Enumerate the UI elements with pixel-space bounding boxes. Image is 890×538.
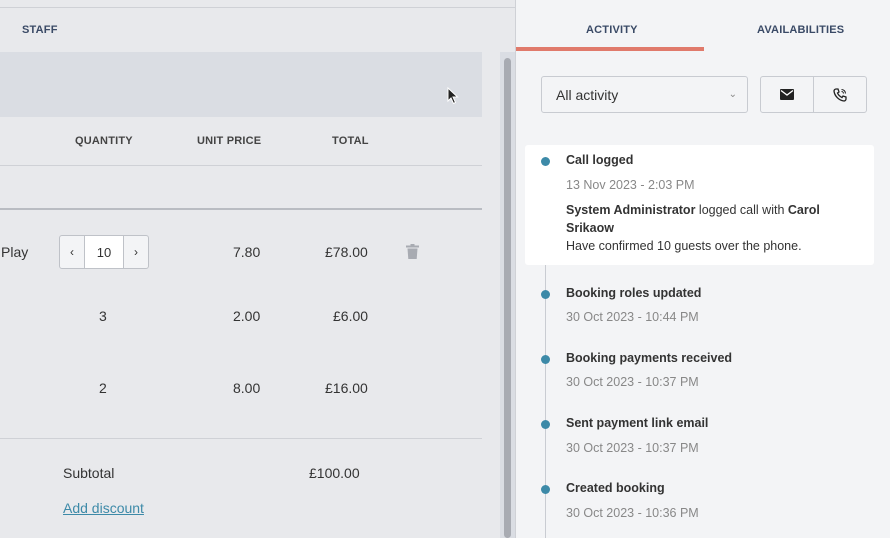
event-action: logged call with xyxy=(698,203,785,217)
scrollbar-thumb[interactable] xyxy=(504,58,511,538)
row-item-name: Play xyxy=(1,244,29,260)
chevron-down-icon: ⌄ xyxy=(728,89,737,100)
timeline-dot xyxy=(541,355,550,364)
log-call-button[interactable] xyxy=(813,77,866,112)
row-total: £16.00 xyxy=(325,380,368,396)
row-quantity: 3 xyxy=(99,308,107,324)
email-icon xyxy=(780,89,794,100)
event-title: Created booking xyxy=(566,481,665,495)
event-title: Booking payments received xyxy=(566,351,733,365)
event-time: 13 Nov 2023 - 2:03 PM xyxy=(566,178,695,192)
subtotal-value: £100.00 xyxy=(309,465,360,481)
activity-filter-value: All activity xyxy=(556,86,619,103)
quantity-stepper[interactable]: ‹ 10 › xyxy=(59,235,149,269)
active-tab-indicator xyxy=(516,47,704,51)
row-total: £6.00 xyxy=(333,308,369,324)
event-actor: System Administrator xyxy=(566,203,696,217)
column-header-quantity: QUANTITY xyxy=(75,135,133,147)
column-header-unit-price: UNIT PRICE xyxy=(197,135,262,147)
add-discount-link[interactable]: Add discount xyxy=(63,500,144,516)
scrollbar[interactable] xyxy=(500,52,515,538)
row-unit-price: 8.00 xyxy=(233,380,261,396)
event-time: 30 Oct 2023 - 10:44 PM xyxy=(566,310,699,324)
timeline-dot xyxy=(541,157,550,166)
booking-items-panel: STAFF QUANTITY UNIT PRICE TOTAL Play ‹ 1… xyxy=(0,0,515,538)
event-title: Booking roles updated xyxy=(566,286,702,300)
tab-activity[interactable]: ACTIVITY xyxy=(586,24,638,36)
event-title: Sent payment link email xyxy=(566,416,709,430)
event-title: Call logged xyxy=(566,153,634,167)
row-quantity: 2 xyxy=(99,380,107,396)
phone-icon xyxy=(833,87,847,102)
activity-filter-select[interactable]: All activity ⌄ xyxy=(541,76,748,113)
quantity-input[interactable]: 10 xyxy=(84,236,124,268)
tab-staff[interactable]: STAFF xyxy=(22,24,58,36)
increment-button[interactable]: › xyxy=(124,236,148,268)
event-description: System Administrator logged call with Ca… xyxy=(566,201,856,255)
event-time: 30 Oct 2023 - 10:37 PM xyxy=(566,441,699,455)
trash-icon[interactable] xyxy=(406,244,419,259)
activity-panel: ACTIVITY AVAILABILITIES All activity ⌄ C… xyxy=(515,0,890,538)
event-note: Have confirmed 10 guests over the phone. xyxy=(566,239,802,253)
top-divider xyxy=(0,0,515,8)
email-button[interactable] xyxy=(761,77,813,112)
subtotal-label: Subtotal xyxy=(63,465,115,481)
totals-divider xyxy=(0,438,482,439)
event-time: 30 Oct 2023 - 10:37 PM xyxy=(566,375,699,389)
table-divider xyxy=(0,208,482,210)
section-header-band xyxy=(0,52,482,117)
header-divider xyxy=(0,165,482,166)
row-total: £78.00 xyxy=(325,244,368,260)
decrement-button[interactable]: ‹ xyxy=(60,236,84,268)
row-unit-price: 7.80 xyxy=(233,244,261,260)
event-time: 30 Oct 2023 - 10:36 PM xyxy=(566,506,699,520)
row-unit-price: 2.00 xyxy=(233,308,261,324)
tab-availabilities[interactable]: AVAILABILITIES xyxy=(757,24,844,36)
column-header-total: TOTAL xyxy=(332,135,369,147)
timeline-dot xyxy=(541,485,550,494)
timeline-dot xyxy=(541,420,550,429)
mouse-cursor-icon xyxy=(447,87,459,105)
timeline-dot xyxy=(541,290,550,299)
contact-actions xyxy=(760,76,867,113)
